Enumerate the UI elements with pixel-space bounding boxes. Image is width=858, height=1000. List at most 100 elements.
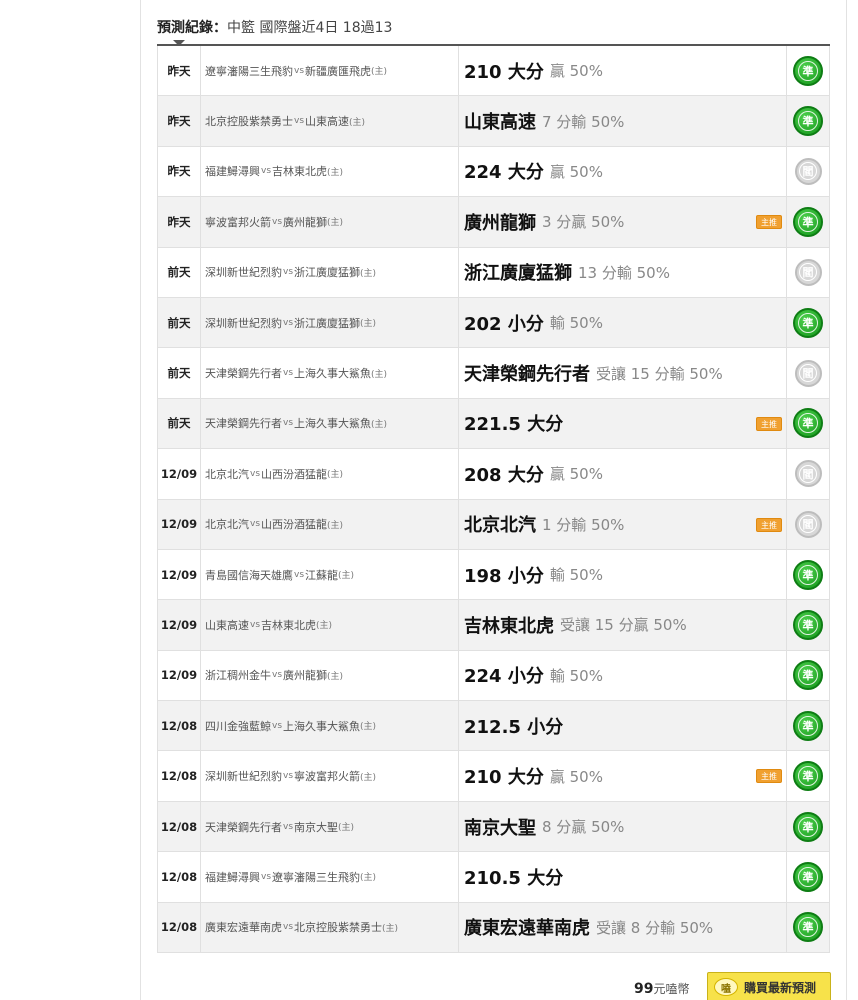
row-matchup[interactable]: 浙江稠州金牛 vs 廣州龍獅 (主) <box>201 650 459 701</box>
row-matchup[interactable]: 寧波富邦火箭 vs 廣州龍獅 (主) <box>201 197 459 247</box>
row-result: 準 <box>787 96 830 146</box>
home-team: 江蘇龍 <box>305 568 339 582</box>
row-prediction: 224 大分贏 50% <box>459 146 787 197</box>
row-matchup[interactable]: 北京控股紫禁勇士 vs 山東高速 (主) <box>201 96 459 146</box>
home-team: 上海久事大鯊魚 <box>294 367 372 381</box>
row-date: 前天 <box>157 297 201 348</box>
prediction-detail: 輸 50% <box>549 314 603 333</box>
result-glyph: 閻 <box>799 464 817 483</box>
prediction-pick: 浙江廣廈猛獅 <box>464 263 572 285</box>
prediction-pick: 224 小分 <box>464 666 544 688</box>
hit-result-icon: 準 <box>793 912 823 943</box>
prediction-pick: 202 小分 <box>464 313 544 335</box>
result-glyph: 準 <box>798 413 818 434</box>
row-matchup[interactable]: 北京北汽 vs 山西汾酒猛龍 (主) <box>201 499 459 549</box>
result-glyph: 準 <box>798 312 818 333</box>
miss-result-icon: 閻 <box>794 258 822 286</box>
home-team: 浙江廣廈猛獅 <box>294 316 361 330</box>
table-row: 12/08 天津榮鋼先行者 vs 南京大聖 (主) 南京大聖 8 分贏 50% 準 <box>157 801 830 853</box>
row-matchup[interactable]: 遼寧瀋陽三生飛豹 vs 新疆廣匯飛虎 (主) <box>201 46 459 96</box>
row-prediction: 221.5 大分 主推 <box>459 398 787 449</box>
prediction-pick: 198 小分 <box>464 565 544 587</box>
row-result: 閻 <box>787 348 830 398</box>
row-date: 12/09 <box>157 600 201 650</box>
vs-label: vs <box>283 922 294 933</box>
home-team: 廣州龍獅 <box>283 669 328 683</box>
away-team: 北京控股紫禁勇士 <box>205 115 293 129</box>
row-matchup[interactable]: 四川金強藍鯨 vs 上海久事大鯊魚 (主) <box>201 701 459 751</box>
row-result: 準 <box>787 751 830 801</box>
buy-latest-prediction-button[interactable]: 嗑 購買最新預測 <box>707 972 831 1000</box>
prediction-detail: 7 分輸 50% <box>542 112 625 131</box>
miss-result-icon: 閻 <box>794 157 822 185</box>
hit-result-icon: 準 <box>793 811 823 842</box>
row-prediction: 224 小分輸 50% <box>459 650 787 701</box>
row-prediction: 天津榮鋼先行者 受讓 15 分輸 50% <box>459 348 787 398</box>
row-matchup[interactable]: 青島國信海天雄鷹 vs 江蘇龍 (主) <box>201 549 459 600</box>
row-prediction: 廣東宏遠華南虎 受讓 8 分輸 50% <box>459 902 787 953</box>
row-result: 準 <box>787 701 830 751</box>
away-team: 深圳新世紀烈豹 <box>205 316 282 330</box>
row-prediction: 吉林東北虎 受讓 15 分贏 50% <box>459 600 787 650</box>
row-prediction: 210 大分贏 50% 主推 <box>459 751 787 801</box>
row-result: 閻 <box>787 499 830 549</box>
away-team: 深圳新世紀烈豹 <box>205 266 282 280</box>
host-marker: (主) <box>371 369 388 380</box>
vs-label: vs <box>294 116 305 127</box>
row-result: 準 <box>787 398 830 449</box>
table-row: 前天 深圳新世紀烈豹 vs 浙江廣廈猛獅 (主) 202 小分輸 50% 準 <box>157 297 830 349</box>
row-matchup[interactable]: 深圳新世紀烈豹 vs 浙江廣廈猛獅 (主) <box>201 247 459 297</box>
host-marker: (主) <box>360 722 377 733</box>
home-team: 廣州龍獅 <box>283 215 328 229</box>
miss-result-icon: 閻 <box>794 510 822 538</box>
table-row: 12/08 深圳新世紀烈豹 vs 寧波富邦火箭 (主) 210 大分贏 50% 主推準 <box>157 751 830 802</box>
prediction-pick: 廣東宏遠華南虎 <box>464 918 590 940</box>
row-date: 昨天 <box>157 146 201 197</box>
home-team: 吉林東北虎 <box>261 618 317 632</box>
row-date: 12/09 <box>157 499 201 549</box>
table-row: 昨天 福建鱘潯興 vs 吉林東北虎 (主) 224 大分贏 50% 閻 <box>157 146 830 198</box>
table-row: 12/09 北京北汽 vs 山西汾酒猛龍 (主) 208 大分贏 50% 閻 <box>157 449 830 500</box>
header-caret-icon <box>173 40 185 46</box>
prediction-pick: 南京大聖 <box>464 817 536 839</box>
table-row: 12/09 浙江稠州金牛 vs 廣州龍獅 (主) 224 小分輸 50% 準 <box>157 650 830 702</box>
home-team: 遼寧瀋陽三生飛豹 <box>272 870 361 884</box>
price: 99元嗑幣 <box>634 980 690 997</box>
right-border <box>846 0 847 1000</box>
host-marker: (主) <box>316 621 333 632</box>
away-team: 天津榮鋼先行者 <box>205 367 282 381</box>
miss-result-icon: 閻 <box>794 359 822 387</box>
row-matchup[interactable]: 天津榮鋼先行者 vs 上海久事大鯊魚 (主) <box>201 348 459 398</box>
row-matchup[interactable]: 深圳新世紀烈豹 vs 寧波富邦火箭 (主) <box>201 751 459 801</box>
row-matchup[interactable]: 北京北汽 vs 山西汾酒猛龍 (主) <box>201 449 459 499</box>
row-result: 準 <box>787 46 830 96</box>
prediction-pick: 山東高速 <box>464 112 536 134</box>
away-team: 福建鱘潯興 <box>205 870 260 884</box>
table-row: 12/08 福建鱘潯興 vs 遼寧瀋陽三生飛豹 (主) 210.5 大分準 <box>157 852 830 903</box>
row-result: 準 <box>787 650 830 701</box>
row-matchup[interactable]: 天津榮鋼先行者 vs 南京大聖 (主) <box>201 801 459 852</box>
row-matchup[interactable]: 廣東宏遠華南虎 vs 北京控股紫禁勇士 (主) <box>201 902 459 953</box>
vs-label: vs <box>294 65 305 76</box>
prediction-detail: 1 分輸 50% <box>542 515 625 534</box>
away-team: 天津榮鋼先行者 <box>205 417 282 431</box>
row-prediction: 浙江廣廈猛獅 13 分輸 50% <box>459 247 787 297</box>
row-result: 準 <box>787 902 830 953</box>
row-matchup[interactable]: 深圳新世紀烈豹 vs 浙江廣廈猛獅 (主) <box>201 297 459 348</box>
row-matchup[interactable]: 福建鱘潯興 vs 遼寧瀋陽三生飛豹 (主) <box>201 852 459 902</box>
host-marker: (主) <box>382 923 399 934</box>
row-date: 12/09 <box>157 449 201 499</box>
prediction-detail: 受讓 8 分輸 50% <box>596 918 714 937</box>
row-matchup[interactable]: 山東高速 vs 吉林東北虎 (主) <box>201 600 459 650</box>
row-result: 準 <box>787 549 830 600</box>
row-result: 準 <box>787 600 830 650</box>
row-matchup[interactable]: 天津榮鋼先行者 vs 上海久事大鯊魚 (主) <box>201 398 459 449</box>
row-matchup[interactable]: 福建鱘潯興 vs 吉林東北虎 (主) <box>201 146 459 197</box>
result-glyph: 準 <box>798 665 818 686</box>
prediction-pick: 210.5 大分 <box>464 867 564 889</box>
table-row: 12/09 青島國信海天雄鷹 vs 江蘇龍 (主) 198 小分輸 50% 準 <box>157 549 830 601</box>
row-result: 準 <box>787 197 830 247</box>
row-date: 12/08 <box>157 852 201 902</box>
hit-result-icon: 準 <box>793 206 823 237</box>
row-prediction: 208 大分贏 50% <box>459 449 787 499</box>
